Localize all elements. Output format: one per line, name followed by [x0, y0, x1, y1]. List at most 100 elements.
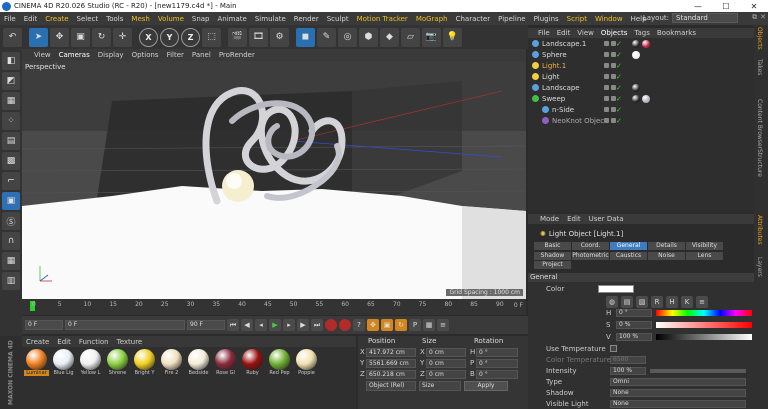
- keyframe-selection-icon[interactable]: ?: [353, 319, 365, 331]
- go-to-start-icon[interactable]: ⏮: [227, 319, 239, 331]
- menu-volume[interactable]: Volume: [158, 15, 184, 23]
- menu-sculpt[interactable]: Sculpt: [327, 15, 349, 23]
- rotate-key-icon[interactable]: ↻: [395, 319, 407, 331]
- next-key-icon[interactable]: ▶: [297, 319, 309, 331]
- pla-key-icon[interactable]: ▦: [423, 319, 435, 331]
- material-item[interactable]: Ruby: [240, 349, 265, 377]
- select-icon[interactable]: ➤: [29, 27, 48, 47]
- material-item[interactable]: Fire 2: [159, 349, 184, 377]
- object-row[interactable]: Light ✓: [528, 71, 754, 82]
- visibility-dot[interactable]: [604, 52, 609, 57]
- material-tag-icon[interactable]: [632, 50, 640, 59]
- mixer-icon[interactable]: ≡: [696, 295, 708, 308]
- visibility-dot[interactable]: [604, 63, 609, 68]
- magnet-icon[interactable]: ∩: [2, 232, 20, 250]
- side-tab-objects[interactable]: Objects: [756, 27, 763, 50]
- object-row[interactable]: n-Side ✓: [528, 104, 754, 115]
- camera-icon[interactable]: 📷: [422, 27, 441, 47]
- menu-tools[interactable]: Tools: [106, 15, 123, 23]
- model-mode-icon[interactable]: ◩: [2, 72, 20, 90]
- enabled-check-icon[interactable]: ✓: [616, 84, 622, 92]
- tweak-mode-icon[interactable]: ▣: [2, 192, 20, 210]
- points-mode-icon[interactable]: ⁘: [2, 112, 20, 130]
- tab-shadow[interactable]: Shadow: [534, 251, 571, 260]
- cube-icon[interactable]: ◼: [296, 27, 315, 47]
- rotation-p-field[interactable]: 0 °: [476, 358, 518, 368]
- menu-create[interactable]: Create: [45, 15, 68, 23]
- menu-window[interactable]: Window: [595, 15, 623, 23]
- menu-character[interactable]: Character: [456, 15, 491, 23]
- polygons-mode-icon[interactable]: ▩: [2, 152, 20, 170]
- hsv-icon[interactable]: H: [666, 295, 678, 308]
- menu-simulate[interactable]: Simulate: [255, 15, 286, 23]
- om-menu-objects[interactable]: Objects: [601, 29, 627, 37]
- side-tab-attributes[interactable]: Attributes: [756, 215, 763, 245]
- material-tag-icon[interactable]: [642, 94, 650, 103]
- menu-mesh[interactable]: Mesh: [131, 15, 149, 23]
- side-tab-takes[interactable]: Takes: [756, 59, 763, 75]
- attribute-menu-mode[interactable]: Mode: [540, 215, 559, 223]
- start-frame-field[interactable]: 0 F: [65, 320, 185, 330]
- tab-details[interactable]: Details: [648, 242, 685, 250]
- visibility-flags[interactable]: [604, 52, 616, 57]
- deformer-icon[interactable]: ◆: [380, 27, 399, 47]
- tab-caustics[interactable]: Caustics: [610, 251, 647, 260]
- side-tab-structure[interactable]: Structure: [756, 149, 763, 177]
- color-wheel-icon[interactable]: ◍: [606, 295, 618, 308]
- texture-mode-icon[interactable]: ▦: [2, 92, 20, 110]
- material-menu-function[interactable]: Function: [79, 338, 109, 346]
- rotate-icon[interactable]: ↻: [92, 27, 111, 47]
- object-row[interactable]: Sweep ✓: [528, 93, 754, 104]
- material-item[interactable]: Luminar: [24, 349, 49, 377]
- visibility-flags[interactable]: [604, 41, 616, 46]
- pen-icon[interactable]: ✎: [317, 27, 336, 47]
- material-menu-create[interactable]: Create: [26, 338, 49, 346]
- menu-script[interactable]: Script: [567, 15, 587, 23]
- position-x-field[interactable]: 417.972 cm: [366, 347, 416, 357]
- move-icon[interactable]: ✥: [50, 27, 69, 47]
- tab-noise[interactable]: Noise: [648, 251, 685, 260]
- type-dropdown[interactable]: Omni: [610, 377, 746, 386]
- enabled-check-icon[interactable]: ✓: [616, 51, 622, 59]
- close-button[interactable]: ✕: [740, 2, 768, 11]
- material-tag-icon[interactable]: [642, 39, 650, 48]
- x-axis-button[interactable]: X: [139, 27, 158, 47]
- menu-plugins[interactable]: Plugins: [534, 15, 559, 23]
- rgb-icon[interactable]: R: [651, 295, 663, 308]
- shadow-dropdown[interactable]: None: [610, 388, 746, 397]
- value-spectrum[interactable]: [656, 334, 752, 340]
- viewport-menu-view[interactable]: View: [34, 51, 51, 59]
- menu-select[interactable]: Select: [77, 15, 99, 23]
- visibility-flags[interactable]: [604, 63, 616, 68]
- tab-general[interactable]: General: [610, 242, 647, 250]
- enabled-check-icon[interactable]: ✓: [616, 62, 622, 70]
- om-menu-tags[interactable]: Tags: [634, 29, 650, 37]
- rotation-h-field[interactable]: 0 °: [476, 347, 518, 357]
- viewport-menu-cameras[interactable]: Cameras: [59, 51, 90, 59]
- enabled-check-icon[interactable]: ✓: [616, 40, 622, 48]
- object-row[interactable]: Landscape.1 ✓: [528, 38, 754, 49]
- tab-coord[interactable]: Coord.: [572, 242, 609, 250]
- enabled-check-icon[interactable]: ✓: [616, 117, 622, 125]
- visibility-dot[interactable]: [604, 96, 609, 101]
- object-row[interactable]: Landscape ✓: [528, 82, 754, 93]
- lock-workplane-icon[interactable]: ▥: [2, 272, 20, 290]
- material-tag-icon[interactable]: [632, 83, 640, 92]
- menu-edit[interactable]: Edit: [24, 15, 38, 23]
- edges-mode-icon[interactable]: ▤: [2, 132, 20, 150]
- saturation-field[interactable]: 0 %: [616, 321, 652, 329]
- doc-close-icon[interactable]: ✕: [760, 13, 766, 22]
- tab-visibility[interactable]: Visibility: [686, 242, 723, 250]
- y-axis-button[interactable]: Y: [160, 27, 179, 47]
- value-field[interactable]: 100 %: [616, 333, 652, 341]
- tab-lens[interactable]: Lens: [686, 251, 723, 260]
- visibility-flags[interactable]: [604, 85, 616, 90]
- visibility-flags[interactable]: [604, 96, 616, 101]
- workplane-icon[interactable]: ▦: [2, 252, 20, 270]
- size-z-field[interactable]: 0 cm: [426, 369, 466, 379]
- play-icon[interactable]: ▶: [269, 319, 281, 331]
- timeline[interactable]: 0 5 10 15 20 25 30 35 40 45 50 55 60 65 70 75 80 85 90 0 F: [22, 299, 526, 315]
- floor-icon[interactable]: ▱: [401, 27, 420, 47]
- menu-snap[interactable]: Snap: [192, 15, 210, 23]
- object-row[interactable]: Light.1 ✓: [528, 60, 754, 71]
